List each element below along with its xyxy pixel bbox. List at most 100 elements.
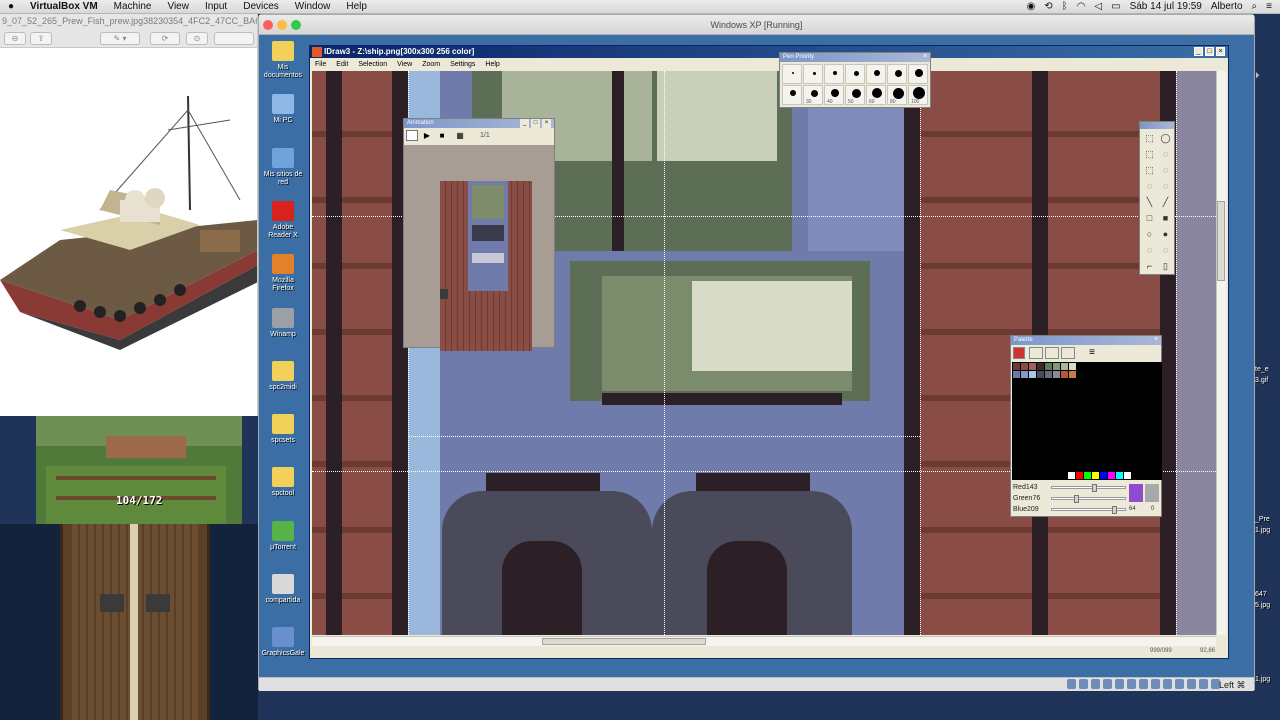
maximize-icon[interactable]: □	[531, 119, 540, 128]
minimize-icon[interactable]: _	[1194, 47, 1203, 56]
tool-icon[interactable]: ◯	[1158, 131, 1173, 146]
pen-size-cell[interactable]	[866, 64, 886, 84]
palette-swatch[interactable]	[1053, 363, 1060, 370]
tool-icon[interactable]: ╱	[1158, 195, 1173, 210]
vbox-status-icon[interactable]	[1079, 679, 1088, 689]
green-slider[interactable]	[1051, 495, 1126, 503]
tool-icon[interactable]: ◌	[1158, 147, 1173, 162]
desktop-icon[interactable]: compartida	[261, 574, 305, 605]
menu-view[interactable]: View	[159, 0, 197, 14]
maximize-icon[interactable]: □	[1205, 47, 1214, 56]
pen-size-cell[interactable]	[782, 85, 802, 105]
palette-swatch[interactable]	[1068, 472, 1075, 479]
pen-size-cell[interactable]	[908, 64, 928, 84]
close-icon[interactable]: ×	[1154, 336, 1158, 343]
tool-icon[interactable]: ⌐	[1142, 259, 1157, 274]
idraw-titlebar[interactable]: IDraw3 - Z:\ship.png[300x300 256 color]	[310, 46, 1228, 58]
vm-screen[interactable]: Mis documentos Mi PC Mis sitios de red Adob…	[259, 35, 1254, 679]
grid-icon[interactable]: ▦	[454, 130, 466, 141]
pause-icon[interactable]: ■	[436, 130, 448, 141]
desktop-icon[interactable]: Mozilla Firefox	[261, 254, 305, 293]
play-icon[interactable]: ▶	[421, 130, 433, 141]
time-machine-icon[interactable]: ⟲	[1044, 1, 1052, 12]
menubar-user[interactable]: Alberto	[1211, 1, 1243, 12]
stop-button[interactable]	[406, 130, 418, 141]
palette-swatch[interactable]	[1061, 363, 1068, 370]
menu-devices[interactable]: Devices	[235, 0, 287, 14]
close-icon[interactable]: ×	[542, 119, 551, 128]
minimize-icon[interactable]: _	[520, 119, 529, 128]
blue-slider[interactable]	[1051, 506, 1126, 514]
red-slider[interactable]	[1051, 484, 1126, 492]
bluetooth-icon[interactable]: ᛒ	[1062, 1, 1068, 12]
palette-swatch[interactable]	[1021, 371, 1028, 378]
palette-swatch[interactable]	[1069, 363, 1076, 370]
vbox-status-icon[interactable]	[1139, 679, 1148, 689]
wifi-icon[interactable]: ◠	[1077, 1, 1086, 12]
menu-edit[interactable]: Edit	[331, 61, 353, 68]
tool-icon[interactable]: ⬚	[1142, 131, 1157, 146]
palette-swatch[interactable]	[1013, 371, 1020, 378]
desktop-icon[interactable]: spc2midi	[261, 360, 305, 392]
palette-paste-icon[interactable]	[1045, 347, 1059, 359]
green-slider-thumb[interactable]	[1074, 495, 1079, 503]
palette-swatch[interactable]	[1029, 371, 1036, 378]
vbox-status-icon[interactable]	[1127, 679, 1136, 689]
pen-size-cell[interactable]	[845, 64, 865, 84]
menu-file[interactable]: File	[310, 61, 331, 68]
tool-icon[interactable]: ▯	[1158, 259, 1173, 274]
menu-view[interactable]: View	[392, 61, 417, 68]
pen-size-cell[interactable]	[887, 64, 907, 84]
horizontal-scroll-thumb[interactable]	[542, 638, 706, 645]
close-window-icon[interactable]	[263, 20, 273, 30]
menu-selection[interactable]: Selection	[353, 61, 392, 68]
vbox-status-icon[interactable]	[1151, 679, 1160, 689]
vbox-status-icon[interactable]	[1187, 679, 1196, 689]
menu-input[interactable]: Input	[197, 0, 235, 14]
tool-icon[interactable]: ⬚	[1142, 147, 1157, 162]
rotate-icon[interactable]: ⟳	[150, 32, 180, 45]
tool-icon[interactable]: ◌	[1142, 179, 1157, 194]
palette-swatch[interactable]	[1092, 472, 1099, 479]
host-file-label[interactable]: _Pre	[1255, 516, 1270, 523]
pen-size-cell[interactable]	[824, 64, 844, 84]
pen-size-cell[interactable]: 60	[866, 85, 886, 105]
palette-copy-icon[interactable]	[1029, 347, 1043, 359]
palette-swatch[interactable]	[1076, 472, 1083, 479]
menu-help[interactable]: Help	[480, 61, 504, 68]
vbox-status-icon[interactable]	[1175, 679, 1184, 689]
tool-icon[interactable]: ◌	[1158, 179, 1173, 194]
tool-icon[interactable]: ●	[1158, 227, 1173, 242]
pen-size-cell[interactable]: 80	[887, 85, 907, 105]
palette-swatch[interactable]	[1037, 363, 1044, 370]
palette-color-grid[interactable]	[1012, 362, 1162, 480]
tool-icon[interactable]: ◌	[1142, 243, 1157, 258]
desktop-icon[interactable]: Winamp	[261, 307, 305, 339]
pen-size-cell[interactable]	[782, 64, 802, 84]
palette-color-swatch-icon[interactable]	[1013, 347, 1025, 359]
close-icon[interactable]: ×	[923, 53, 927, 60]
palette-swatch[interactable]	[1069, 371, 1076, 378]
desktop-icon[interactable]: spctool	[261, 467, 305, 498]
tool-icon[interactable]: ■	[1158, 211, 1173, 226]
share-icon[interactable]: ⇪	[30, 32, 52, 45]
palette-swatch[interactable]	[1053, 371, 1060, 378]
close-icon[interactable]: ×	[1216, 47, 1225, 56]
minimize-window-icon[interactable]	[277, 20, 287, 30]
tool-icon[interactable]: ◌	[1158, 243, 1173, 258]
menubar-clock[interactable]: Sáb 14 jul 19:59	[1130, 1, 1202, 12]
host-file-label[interactable]: 1.jpg	[1255, 676, 1270, 683]
search-icon[interactable]: ⌕	[1252, 1, 1258, 12]
host-file-label[interactable]: 5.jpg	[1255, 602, 1270, 609]
vbox-status-icon[interactable]	[1199, 679, 1208, 689]
desktop-icon[interactable]: Adobe Reader X	[261, 200, 305, 240]
vbox-status-icon[interactable]	[1091, 679, 1100, 689]
pen-size-cell[interactable]	[803, 64, 823, 84]
horizontal-scrollbar[interactable]	[312, 636, 1216, 646]
markup-icon[interactable]: ✎ ▾	[100, 32, 140, 45]
palette-swatch[interactable]	[1013, 363, 1020, 370]
palette-swatch[interactable]	[1100, 472, 1107, 479]
palette-titlebar[interactable]: Palette	[1011, 336, 1161, 345]
palette-swatch[interactable]	[1045, 363, 1052, 370]
tool-icon[interactable]: ○	[1142, 227, 1157, 242]
